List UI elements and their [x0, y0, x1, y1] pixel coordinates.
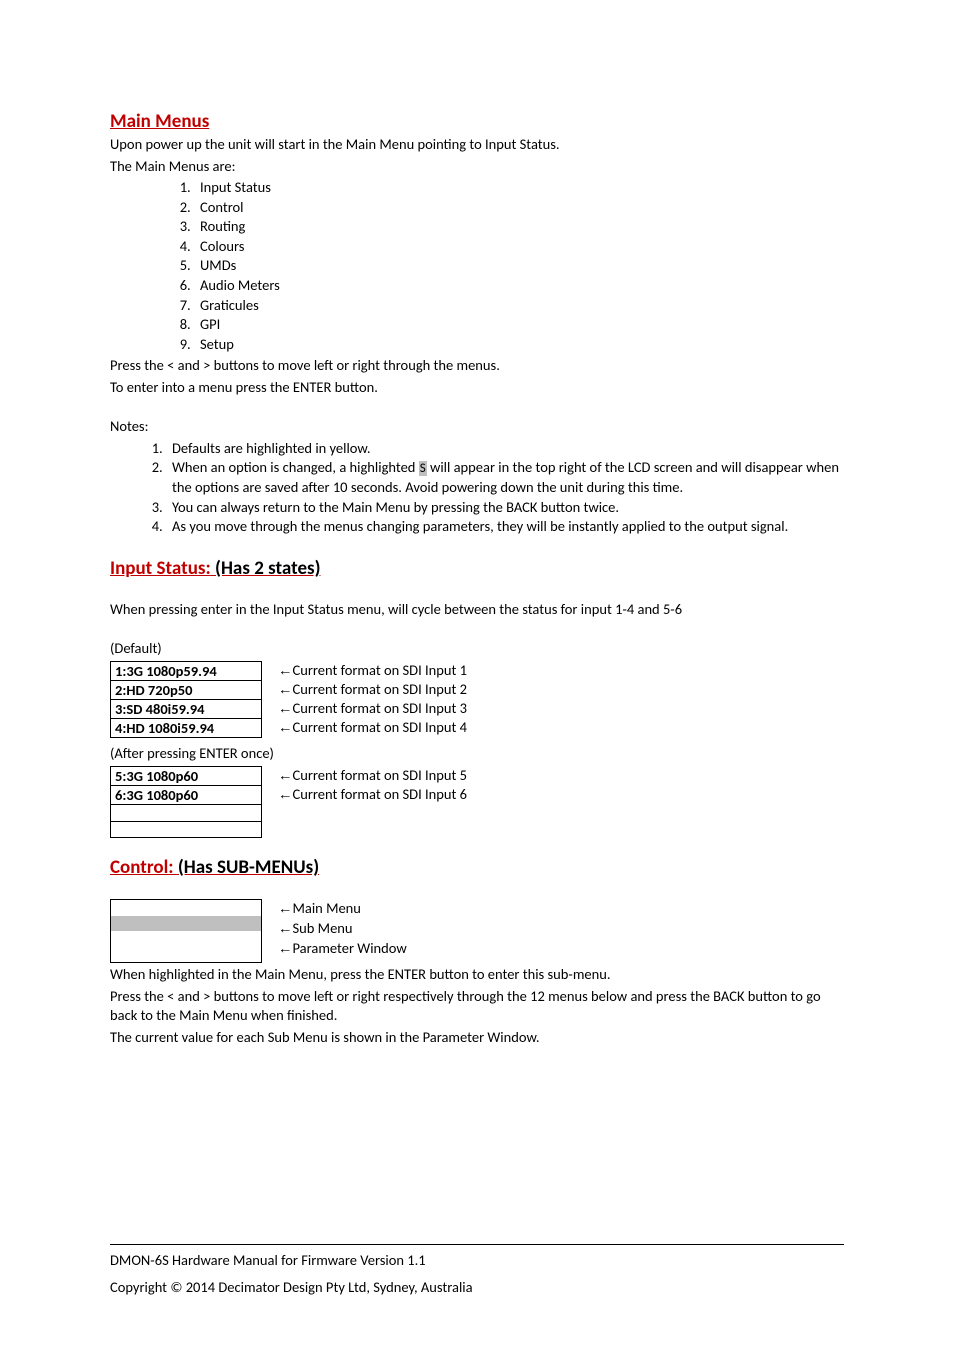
note2-pre: When an option is changed, a highlighted — [172, 458, 419, 476]
list-item: You can always return to the Main Menu b… — [166, 498, 844, 518]
lcd-line: 6:3G 1080p60 — [110, 785, 262, 804]
control-lcd-diagram — [110, 899, 262, 963]
submenu-highlight-row — [111, 916, 261, 932]
highlighted-s-icon: S — [419, 461, 427, 476]
main-menus-heading: Main Menus — [110, 110, 844, 133]
list-item: Routing — [194, 217, 844, 237]
status-block-1: 1:3G 1080p59.94 ←Current format on SDI I… — [110, 661, 844, 739]
left-arrow-icon: ← — [278, 768, 293, 784]
lcd-line: 2:HD 720p50 — [110, 680, 262, 699]
lcd-line: 4:HD 1080i59.94 — [110, 718, 262, 738]
left-arrow-icon: ← — [278, 901, 293, 917]
input-status-desc: When pressing enter in the Input Status … — [110, 600, 844, 620]
lcd-desc: ←Current format on SDI Input 1 — [262, 661, 467, 680]
after-enter-label: (After pressing ENTER once) — [110, 744, 844, 764]
input-status-heading: Input Status: (Has 2 states) — [110, 557, 844, 580]
legend-item: Sub Menu — [293, 919, 353, 937]
control-p1: When highlighted in the Main Menu, press… — [110, 965, 844, 985]
lcd-desc: ←Current format on SDI Input 6 — [262, 785, 467, 804]
control-p2: Press the < and > buttons to move left o… — [110, 987, 844, 1026]
lcd-desc: ←Current format on SDI Input 2 — [262, 680, 467, 699]
lcd-line: 1:3G 1080p59.94 — [110, 661, 262, 680]
lcd-desc: ←Current format on SDI Input 3 — [262, 699, 467, 718]
lcd-blank — [110, 804, 262, 821]
list-item: Audio Meters — [194, 276, 844, 296]
main-menus-intro1: Upon power up the unit will start in the… — [110, 135, 844, 155]
input-status-title: Input Status: — [110, 557, 211, 580]
footer-line2: Copyright © 2014 Decimator Design Pty Lt… — [110, 1278, 844, 1298]
legend-item: Main Menu — [293, 899, 361, 917]
control-p3: The current value for each Sub Menu is s… — [110, 1028, 844, 1048]
left-arrow-icon: ← — [278, 720, 293, 736]
control-legend: ←Main Menu ←Sub Menu ←Parameter Window — [262, 899, 407, 959]
list-item: Graticules — [194, 296, 844, 316]
list-item: Colours — [194, 237, 844, 257]
list-item: GPI — [194, 315, 844, 335]
list-item: Input Status — [194, 178, 844, 198]
main-menus-nav2: To enter into a menu press the ENTER but… — [110, 378, 844, 398]
main-menus-nav1: Press the < and > buttons to move left o… — [110, 356, 844, 376]
list-item: As you move through the menus changing p… — [166, 517, 844, 537]
main-menus-intro2: The Main Menus are: — [110, 157, 844, 177]
list-item: When an option is changed, a highlighted… — [166, 458, 844, 497]
list-item: UMDs — [194, 256, 844, 276]
lcd-blank — [110, 821, 262, 838]
legend-item: Parameter Window — [293, 939, 407, 957]
control-title: Control: — [110, 856, 174, 879]
lcd-line: 3:SD 480i59.94 — [110, 699, 262, 718]
control-suffix: (Has SUB-MENUs) — [174, 856, 320, 879]
left-arrow-icon: ← — [278, 787, 293, 803]
lcd-desc: ←Current format on SDI Input 4 — [262, 718, 467, 737]
default-label: (Default) — [110, 639, 844, 659]
left-arrow-icon: ← — [278, 701, 293, 717]
lcd-desc: ←Current format on SDI Input 5 — [262, 766, 467, 785]
status-block-2: 5:3G 1080p60 ←Current format on SDI Inpu… — [110, 766, 844, 838]
left-arrow-icon: ← — [278, 921, 293, 937]
footer-line1: DMON-6S Hardware Manual for Firmware Ver… — [110, 1251, 844, 1271]
input-status-suffix: (Has 2 states) — [211, 557, 321, 580]
list-item: Setup — [194, 335, 844, 355]
list-item: Control — [194, 198, 844, 218]
list-item: Defaults are highlighted in yellow. — [166, 439, 844, 459]
page-footer: DMON-6S Hardware Manual for Firmware Ver… — [110, 1244, 844, 1300]
control-heading: Control: (Has SUB-MENUs) — [110, 856, 844, 879]
lcd-line: 5:3G 1080p60 — [110, 766, 262, 785]
main-menus-list: Input Status Control Routing Colours UMD… — [110, 178, 844, 354]
notes-list: Defaults are highlighted in yellow. When… — [110, 439, 844, 537]
notes-label: Notes: — [110, 417, 844, 437]
left-arrow-icon: ← — [278, 663, 293, 679]
left-arrow-icon: ← — [278, 682, 293, 698]
left-arrow-icon: ← — [278, 941, 293, 957]
